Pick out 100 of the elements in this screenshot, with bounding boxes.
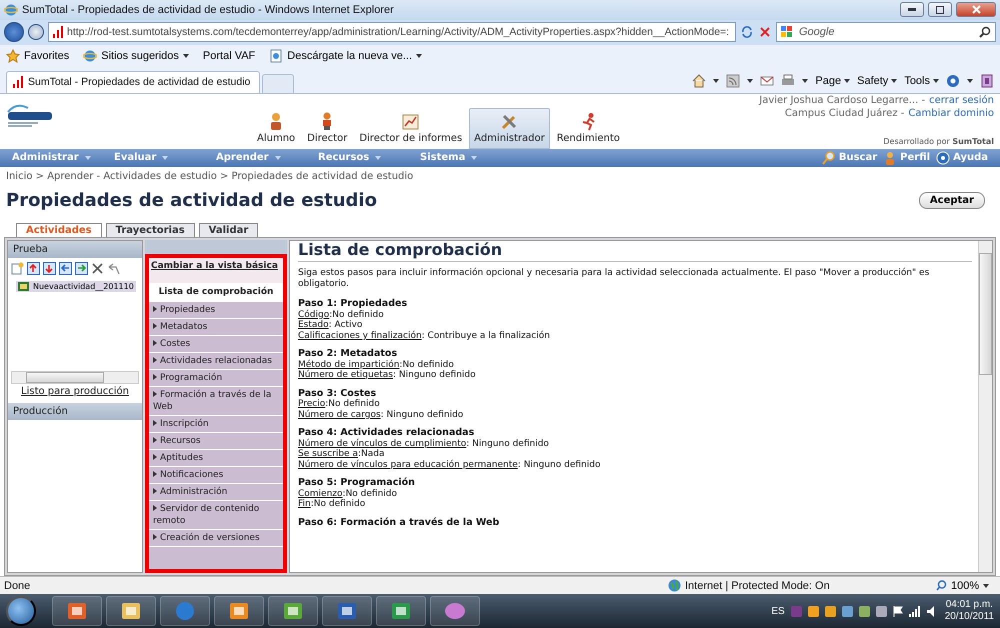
delete-icon[interactable]	[91, 262, 104, 275]
field-link[interactable]: Número de vínculos de cumplimiento	[298, 438, 466, 449]
caret-icon	[84, 156, 91, 160]
taskbar-app[interactable]	[52, 596, 102, 626]
field-value: :No definido	[325, 399, 380, 410]
field-value: :Nada	[358, 449, 384, 460]
field-link[interactable]: Método de impartición	[298, 360, 400, 370]
tree-item[interactable]: Nuevaactividad__201110	[16, 280, 136, 292]
start-button[interactable]	[6, 596, 36, 626]
browser-icon	[4, 2, 18, 17]
command-menu[interactable]: Page	[815, 75, 850, 88]
tab[interactable]: Trayectorias	[106, 222, 195, 237]
logout-link[interactable]: cerrar sesión	[929, 94, 994, 107]
campus-name: Campus Ciudad Juárez -	[784, 106, 904, 120]
caret-icon	[713, 79, 720, 84]
taskbar-app[interactable]	[430, 596, 480, 626]
field-value: : Ninguno definido	[466, 438, 549, 449]
status-text: Done	[4, 580, 30, 592]
taskbar-app[interactable]	[106, 596, 156, 626]
field-link[interactable]: Número de cargos	[298, 410, 381, 420]
window-title: SumTotal - Propiedades de actividad de estudio - Windows Internet Explorer	[22, 4, 395, 16]
taskbar-app[interactable]	[214, 596, 264, 626]
maximize-button[interactable]	[928, 2, 952, 18]
field-link[interactable]: Fin	[298, 499, 311, 510]
checklist-nav-item[interactable]: Lista de comprobación	[149, 282, 283, 302]
minimize-button[interactable]	[900, 2, 924, 18]
role-tab[interactable]: Director	[302, 108, 352, 149]
flag-icon[interactable]	[892, 606, 903, 617]
chart-icon	[401, 112, 420, 131]
field-link[interactable]: Se suscribe a	[298, 449, 358, 460]
back-button[interactable]	[4, 22, 24, 42]
help-icon[interactable]	[946, 74, 960, 88]
field-link[interactable]: Estado	[298, 320, 329, 330]
checklist-nav-item[interactable]: Formación a través de la Web	[149, 386, 283, 416]
taskbar-app[interactable]	[268, 596, 318, 626]
activity-icon	[18, 282, 29, 291]
taskbar-app[interactable]	[376, 596, 426, 626]
favorites-item[interactable]: Descárgate la nueva ve...	[269, 49, 422, 64]
command-menu[interactable]: Safety	[857, 75, 898, 88]
clock[interactable]: 04:01 p.m. 20/10/2011	[944, 599, 994, 624]
search-icon[interactable]	[979, 26, 991, 38]
signal-icon[interactable]	[908, 606, 921, 617]
browser-tab[interactable]: SumTotal - Propiedades de actividad de estudio	[6, 70, 260, 93]
role-tab[interactable]: Alumno	[252, 108, 300, 149]
step-title: Paso 2: Metadatos	[298, 349, 398, 360]
checklist-nav-item[interactable]: Creación de versiones	[149, 530, 283, 547]
favorites-item[interactable]: Favorites	[6, 49, 70, 64]
help-icon	[936, 150, 950, 165]
role-tab[interactable]: Director de informes	[354, 108, 468, 149]
home-icon[interactable]	[692, 74, 706, 88]
language-indicator[interactable]: ES	[771, 606, 785, 617]
new-item-icon[interactable]	[11, 262, 24, 275]
field-link[interactable]: Precio	[298, 399, 326, 410]
search-box[interactable]: Google	[776, 22, 996, 42]
field-value: :No definido	[342, 488, 398, 499]
close-button[interactable]	[956, 2, 996, 18]
favorites-item[interactable]: Portal VAF	[202, 50, 256, 62]
star-icon	[6, 49, 20, 64]
scrollbar[interactable]	[978, 240, 992, 572]
ready-link[interactable]: Listo para producción	[21, 386, 129, 397]
undo-icon[interactable]	[107, 262, 120, 275]
taskbar-app[interactable]	[322, 596, 372, 626]
address-field[interactable]: http://rod-test.sumtotalsystems.com/tecdemonterrey/app/administration/Learning/Activity/ADM_ActivityProperties.aspx?hidden__ActionMode=:	[48, 22, 736, 42]
zoom-icon	[936, 580, 947, 592]
favorites-item[interactable]: Sitios sugeridos	[83, 49, 189, 64]
refresh-icon[interactable]	[740, 25, 754, 40]
mail-icon[interactable]	[760, 74, 774, 88]
field-value: : Ninguno definido	[518, 460, 600, 470]
field-link[interactable]: Número de vínculos para educación permanente	[298, 460, 518, 470]
command-menu[interactable]: Tools	[904, 75, 939, 88]
change-domain-link[interactable]: Cambiar dominio	[908, 106, 994, 120]
feed-icon[interactable]	[726, 74, 740, 88]
caret-icon	[802, 79, 808, 84]
search-icon	[822, 150, 836, 165]
forward-button[interactable]	[28, 24, 44, 40]
field-link[interactable]: Comienzo	[298, 488, 343, 499]
stop-icon[interactable]	[758, 25, 772, 40]
scrollbar[interactable]	[11, 370, 139, 384]
accept-button[interactable]: Aceptar	[918, 192, 985, 210]
list-arrow-icon[interactable]	[27, 262, 40, 275]
role-tab[interactable]: Rendimiento	[552, 108, 625, 149]
tab[interactable]: Actividades	[16, 222, 102, 237]
checklist-nav-item[interactable]: Inscripción	[149, 416, 283, 433]
caret-icon	[844, 79, 850, 84]
caret-icon	[375, 156, 382, 160]
zoom-menu[interactable]: 100%	[936, 580, 996, 592]
field-value: :No definido	[310, 499, 366, 510]
role-tab[interactable]: Administrador	[469, 108, 550, 149]
caret-icon	[967, 79, 973, 84]
checklist-nav-item[interactable]: Programación	[149, 370, 283, 387]
tab[interactable]: Validar	[198, 222, 258, 237]
step-title: Paso 4: Actividades relacionadas	[298, 428, 476, 438]
zone-text: Internet | Protected Mode: On	[685, 580, 830, 592]
field-link[interactable]: Número de etiquetas	[298, 370, 393, 380]
step-title: Paso 6: Formación a través de la Web	[298, 518, 500, 528]
minimize-icon	[908, 8, 916, 12]
field-link[interactable]: Calificaciones y finalización	[298, 330, 422, 341]
checklist-nav-item[interactable]: Administración	[149, 484, 283, 501]
field-link[interactable]: Código	[298, 310, 330, 320]
list-arrow-icon[interactable]	[43, 262, 56, 275]
